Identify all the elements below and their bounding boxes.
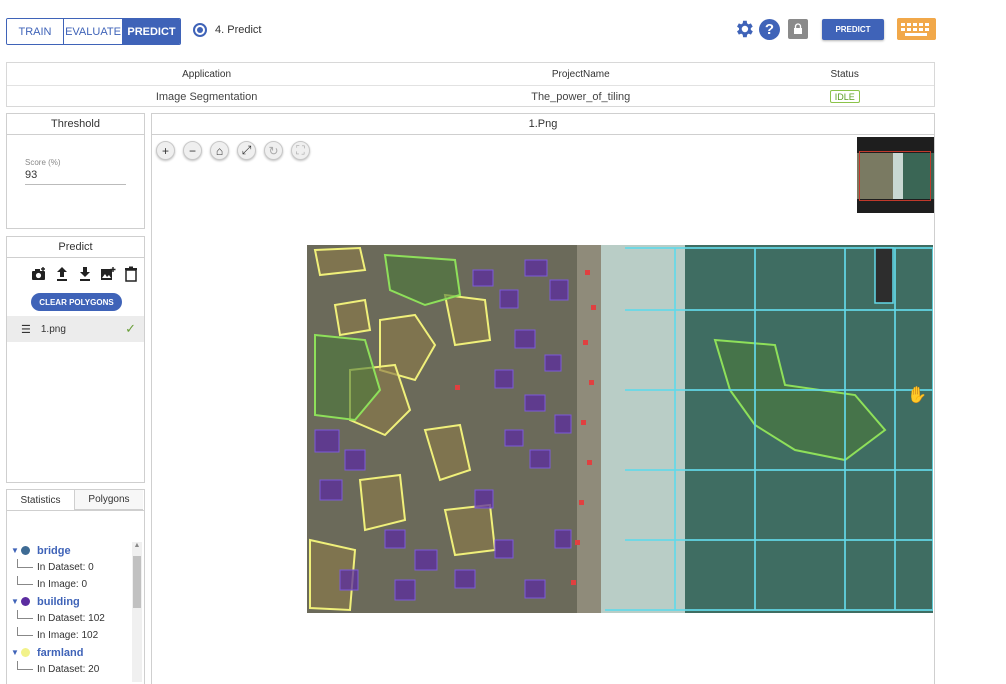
in-dataset-text: In Dataset: 102 bbox=[37, 613, 105, 624]
in-dataset-text: In Dataset: 0 bbox=[37, 562, 94, 573]
project-info-table: Application ProjectName Status Image Seg… bbox=[6, 62, 935, 107]
step-indicator: 4. Predict bbox=[193, 23, 261, 37]
tree-sub-item: In Image: 102 bbox=[11, 627, 131, 644]
step-radio-icon[interactable] bbox=[193, 23, 207, 37]
svg-text:✋: ✋ bbox=[907, 385, 927, 404]
clear-polygons-button[interactable]: CLEAR POLYGONS bbox=[31, 293, 122, 311]
status-cell: IDLE bbox=[755, 90, 934, 103]
download-icon[interactable] bbox=[77, 266, 93, 282]
tree-sub-item: In Dataset: 102 bbox=[11, 610, 131, 627]
check-icon: ✓ bbox=[125, 321, 136, 336]
tree-item-farmland[interactable]: ▼ farmland bbox=[11, 644, 131, 661]
project-name-value: The_power_of_tiling bbox=[531, 90, 631, 103]
in-image-text: In Image: 102 bbox=[37, 630, 99, 641]
threshold-title: Threshold bbox=[7, 114, 144, 135]
tree-sub-item: In Image: 0 bbox=[11, 576, 131, 593]
predict-title: Predict bbox=[7, 237, 144, 258]
info-value-row: Image Segmentation The_power_of_tiling I… bbox=[7, 85, 934, 107]
stats-panel: Statistics Polygons ▼ bridge In Dataset:… bbox=[6, 489, 145, 684]
in-dataset-text: In Dataset: 20 bbox=[37, 664, 100, 675]
predict-button[interactable]: PREDICT bbox=[822, 18, 884, 40]
tree-item-building[interactable]: ▼ building bbox=[11, 593, 131, 610]
score-label: Score (%) bbox=[25, 158, 61, 167]
header-project-name: ProjectName bbox=[551, 68, 610, 80]
class-label: bridge bbox=[37, 544, 71, 557]
scroll-thumb[interactable] bbox=[133, 556, 141, 608]
class-tree: ▼ bridge In Dataset: 0 In Image: 0 ▼ bui… bbox=[11, 542, 131, 678]
keyboard-icon[interactable] bbox=[897, 18, 936, 40]
caret-down-icon[interactable]: ▼ bbox=[11, 597, 21, 606]
tab-train[interactable]: TRAIN bbox=[7, 19, 64, 44]
list-icon: ☰ bbox=[21, 323, 31, 336]
mode-tabs: TRAIN EVALUATE PREDICT bbox=[6, 18, 181, 45]
tab-predict[interactable]: PREDICT bbox=[123, 19, 180, 44]
header-status: Status bbox=[830, 68, 859, 80]
class-label: farmland bbox=[37, 646, 84, 659]
file-list-item[interactable]: ☰ 1.png ✓ bbox=[7, 316, 144, 342]
scroll-up-icon[interactable]: ▲ bbox=[132, 542, 142, 552]
camera-add-icon[interactable] bbox=[31, 266, 47, 282]
tab-polygons[interactable]: Polygons bbox=[75, 490, 143, 510]
class-color-dot bbox=[21, 597, 30, 606]
tree-item-bridge[interactable]: ▼ bridge bbox=[11, 542, 131, 559]
stats-scrollbar[interactable]: ▲ bbox=[132, 542, 142, 682]
class-label: building bbox=[37, 595, 80, 608]
score-underline bbox=[25, 184, 126, 185]
upload-icon[interactable] bbox=[54, 266, 70, 282]
tab-statistics[interactable]: Statistics bbox=[7, 490, 75, 510]
tree-sub-item: In Dataset: 0 bbox=[11, 559, 131, 576]
trash-icon[interactable] bbox=[123, 266, 139, 282]
gear-icon[interactable] bbox=[733, 18, 755, 40]
help-icon[interactable]: ? bbox=[759, 18, 780, 40]
stats-tabs: Statistics Polygons bbox=[7, 490, 144, 511]
class-color-dot bbox=[21, 546, 30, 555]
header-application: Application bbox=[182, 68, 232, 80]
predict-toolbar bbox=[31, 266, 139, 282]
application-value: Image Segmentation bbox=[155, 90, 258, 103]
status-badge: IDLE bbox=[829, 90, 860, 103]
file-name: 1.png bbox=[40, 323, 66, 335]
in-image-text: In Image: 0 bbox=[37, 579, 88, 590]
caret-down-icon[interactable]: ▼ bbox=[11, 546, 21, 555]
tree-sub-item: In Dataset: 20 bbox=[11, 661, 131, 678]
segmentation-image[interactable]: ✋ bbox=[155, 130, 933, 684]
step-label: 4. Predict bbox=[215, 24, 262, 36]
add-image-icon[interactable] bbox=[100, 266, 116, 282]
toolbar-right: ? PREDICT bbox=[733, 18, 936, 40]
info-header-row: Application ProjectName Status bbox=[7, 63, 934, 85]
caret-down-icon[interactable]: ▼ bbox=[11, 648, 21, 657]
threshold-panel: Threshold Score (%) 93 bbox=[6, 113, 145, 229]
class-color-dot bbox=[21, 648, 30, 657]
predict-panel: Predict CLEAR POLYGONS ☰ 1.png ✓ bbox=[6, 236, 145, 483]
lock-icon[interactable] bbox=[788, 19, 808, 39]
score-input[interactable]: 93 bbox=[25, 169, 37, 181]
tab-evaluate[interactable]: EVALUATE bbox=[64, 19, 123, 44]
